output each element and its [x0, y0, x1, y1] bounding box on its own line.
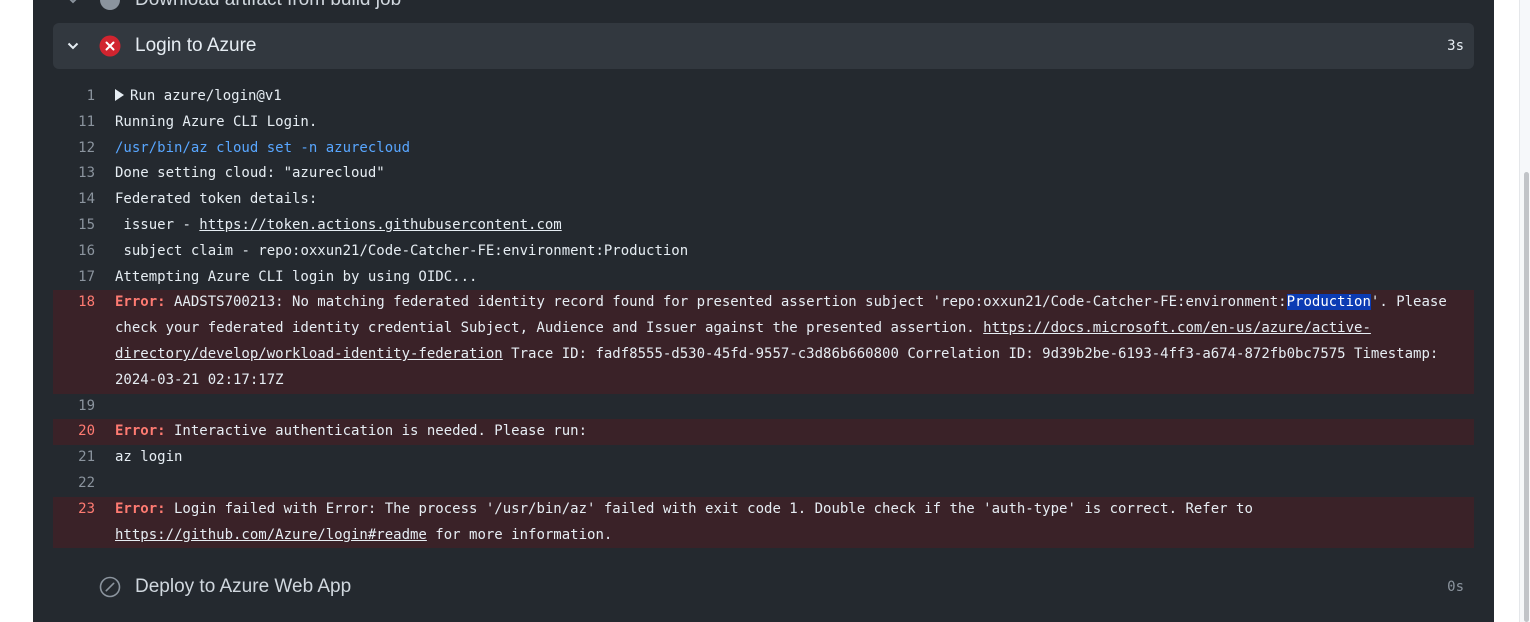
skip-circle-icon — [99, 576, 121, 598]
log-line-error: 20 Error: Interactive authentication is … — [53, 419, 1474, 446]
line-number[interactable]: 16 — [53, 239, 115, 265]
job-log-panel: Download artifact from build job Login t… — [33, 0, 1494, 622]
line-number[interactable]: 20 — [53, 419, 115, 445]
line-number[interactable]: 11 — [53, 110, 115, 136]
log-line: 19 — [53, 394, 1474, 420]
issuer-link[interactable]: https://token.actions.githubusercontent.… — [199, 217, 561, 233]
log-line: 22 — [53, 471, 1474, 497]
log-line-error: 23 Error: Login failed with Error: The p… — [53, 496, 1474, 549]
log-group-toggle[interactable]: Run azure/login@v1 — [115, 84, 1474, 110]
line-number[interactable]: 18 — [53, 290, 115, 393]
log-line[interactable]: 1 Run azure/login@v1 — [53, 84, 1474, 110]
log-text: az login — [115, 449, 183, 466]
log-line: 17 Attempting Azure CLI login by using O… — [53, 265, 1474, 291]
step-title: Deploy to Azure Web App — [135, 576, 352, 597]
line-number[interactable]: 22 — [53, 471, 115, 497]
line-number[interactable]: 19 — [53, 394, 115, 420]
chevron-down-icon[interactable] — [67, 40, 79, 52]
log-line: 15 issuer - https://token.actions.github… — [53, 213, 1474, 239]
log-command: /usr/bin/az cloud set -n azurecloud — [115, 139, 411, 156]
log-text: subject claim - repo:oxxun21/Code-Catche… — [115, 242, 689, 259]
log-text: AADSTS700213: No matching federated iden… — [165, 294, 1287, 311]
step-download-artifact[interactable]: Download artifact from build job — [53, 0, 1474, 23]
log-text: Running Azure CLI Login. — [115, 113, 318, 130]
log-output: 1 Run azure/login@v1 11 Running Azure CL… — [53, 84, 1474, 549]
readme-link[interactable]: https://github.com/Azure/login#readme — [115, 527, 427, 543]
log-text: Done setting cloud: "azurecloud" — [115, 165, 385, 182]
log-text-wrap: Error: AADSTS700213: No matching federat… — [115, 290, 1474, 393]
log-text: Run azure/login@v1 — [130, 88, 282, 104]
step-title: Download artifact from build job — [135, 0, 401, 11]
step-duration: 3s — [1447, 38, 1464, 54]
scrollbar-thumb[interactable] — [1524, 172, 1529, 622]
log-text-wrap: Error: Login failed with Error: The proc… — [115, 497, 1474, 549]
log-line-error: 18 Error: AADSTS700213: No matching fede… — [53, 290, 1474, 394]
line-number[interactable]: 21 — [53, 445, 115, 471]
error-label: Error: — [115, 294, 166, 311]
triangle-right-icon — [115, 89, 124, 101]
log-line: 11 Running Azure CLI Login. — [53, 110, 1474, 136]
line-number[interactable]: 12 — [53, 136, 115, 162]
log-text: Attempting Azure CLI login by using OIDC… — [115, 268, 478, 285]
line-number[interactable]: 14 — [53, 187, 115, 213]
log-line: 12 /usr/bin/az cloud set -n azurecloud — [53, 136, 1474, 162]
log-line: 16 subject claim - repo:oxxun21/Code-Cat… — [53, 239, 1474, 265]
line-number[interactable]: 13 — [53, 161, 115, 187]
log-line: 14 Federated token details: — [53, 187, 1474, 213]
step-title: Login to Azure — [135, 35, 257, 56]
log-text: Interactive authentication is needed. Pl… — [165, 423, 588, 440]
line-number[interactable]: 23 — [53, 497, 115, 549]
search-highlight: Production — [1286, 294, 1371, 311]
log-text: issuer - — [115, 216, 200, 233]
log-line: 13 Done setting cloud: "azurecloud" — [53, 161, 1474, 187]
step-login-to-azure[interactable]: Login to Azure 3s — [53, 23, 1474, 69]
step-deploy-web-app[interactable]: Deploy to Azure Web App 0s — [53, 564, 1474, 610]
line-number[interactable]: 17 — [53, 265, 115, 291]
log-line: 21 az login — [53, 445, 1474, 471]
log-text: Federated token details: — [115, 191, 318, 208]
step-duration: 0s — [1447, 579, 1464, 595]
log-text-wrap: issuer - https://token.actions.githubuse… — [115, 213, 1474, 239]
success-circle-icon — [100, 0, 120, 10]
line-number[interactable]: 1 — [53, 84, 115, 110]
log-text-wrap: Error: Interactive authentication is nee… — [115, 419, 1474, 445]
error-label: Error: — [115, 500, 166, 517]
log-text: Login failed with Error: The process '/u… — [165, 500, 1262, 517]
log-text: for more information. — [426, 526, 613, 543]
error-label: Error: — [115, 423, 166, 440]
chevron-right-icon — [69, 0, 77, 4]
x-circle-fill-icon — [99, 35, 121, 57]
line-number[interactable]: 15 — [53, 213, 115, 239]
